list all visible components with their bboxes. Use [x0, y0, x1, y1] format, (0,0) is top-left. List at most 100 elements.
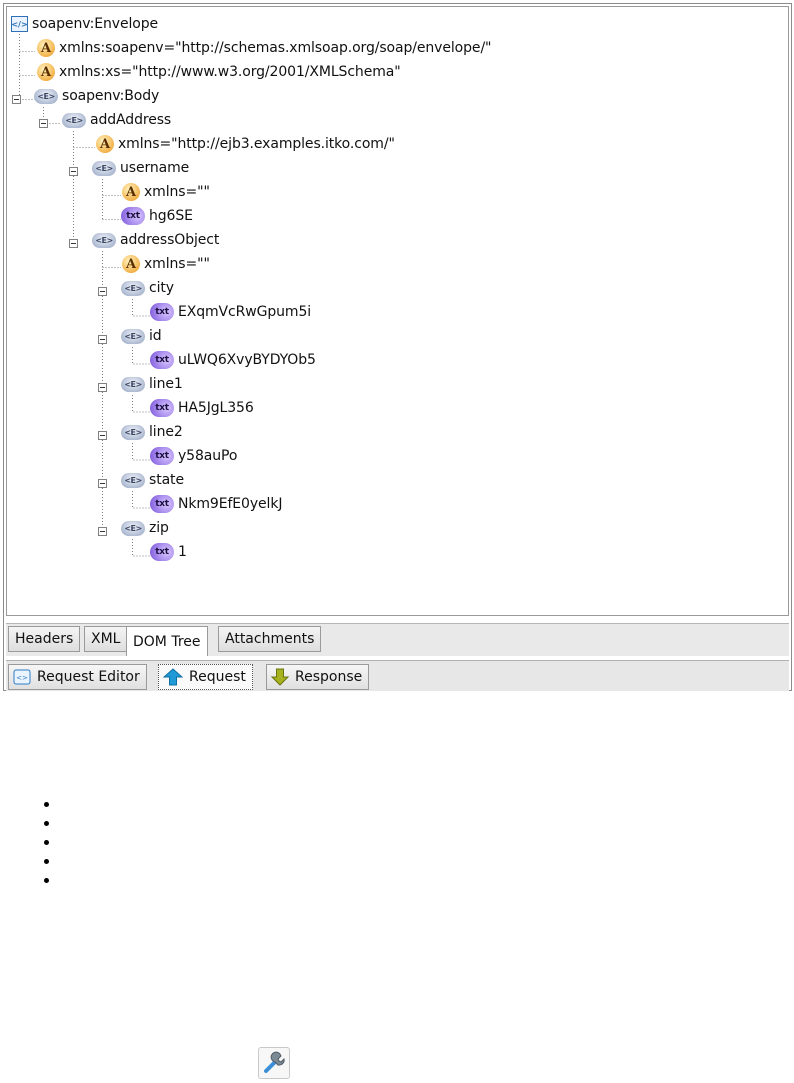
tree-node[interactable]: txt Nkm9EfE0yelkJ [150, 493, 282, 515]
tree-node[interactable]: <E> id [121, 325, 162, 347]
node-label: y58auPo [178, 448, 238, 464]
tree-node[interactable]: txt y58auPo [150, 445, 237, 467]
text-node-icon: txt [150, 495, 174, 513]
bullet-icon [44, 802, 49, 807]
bullet-icon [44, 840, 49, 845]
tab-headers[interactable]: Headers [8, 626, 81, 652]
node-label: 1 [178, 544, 187, 560]
soap-message-panel: </> soapenv:Envelope A xmlns:soapenv="ht… [3, 3, 792, 691]
attribute-icon: A [122, 183, 140, 201]
tree-node[interactable]: <E> addAddress [62, 109, 171, 131]
node-label: zip [149, 520, 169, 536]
collapse-toggle[interactable] [98, 383, 107, 392]
node-label: xmlns="" [144, 256, 210, 272]
node-label: city [149, 280, 174, 296]
tree-node[interactable]: A xmlns="" [122, 253, 210, 275]
element-icon: <E> [92, 232, 116, 248]
element-icon: <E> [121, 472, 145, 488]
node-label: soapenv:Body [62, 88, 160, 104]
collapse-toggle[interactable] [98, 335, 107, 344]
tree-node[interactable]: A xmlns="" [122, 181, 210, 203]
download-arrow-icon [271, 668, 289, 686]
text-node-icon: txt [150, 543, 174, 561]
node-label: EXqmVcRwGpum5i [178, 304, 312, 320]
text-node-icon: txt [121, 207, 145, 225]
node-label: xmlns="http://ejb3.examples.itko.com/" [118, 136, 395, 152]
element-icon: <E> [121, 328, 145, 344]
tree-node[interactable]: txt 1 [150, 541, 187, 563]
tree-node[interactable]: A xmlns:xs="http://www.w3.org/2001/XMLSc… [37, 61, 401, 83]
tree-node[interactable]: txt uLWQ6XvyBYDYOb5 [150, 349, 316, 371]
node-label: soapenv:Envelope [32, 16, 159, 32]
wrench-icon [264, 1051, 285, 1073]
tab-xml[interactable]: XML [84, 626, 128, 652]
collapse-toggle[interactable] [69, 167, 78, 176]
element-icon: <E> [121, 280, 145, 296]
node-label: xmlns:xs="http://www.w3.org/2001/XMLSche… [59, 64, 401, 80]
node-label: state [149, 472, 184, 488]
attribute-icon: A [37, 63, 55, 81]
tree-node[interactable]: <E> zip [121, 517, 169, 539]
tree-node[interactable]: txt hg6SE [121, 205, 193, 227]
node-label: username [120, 160, 190, 176]
tab-request-editor[interactable]: <> Request Editor [8, 664, 147, 690]
element-icon: <E> [121, 424, 145, 440]
bullet-list [44, 802, 49, 897]
svg-text:<>: <> [16, 674, 28, 682]
node-label: addressObject [120, 232, 220, 248]
tree-node[interactable]: A xmlns:soapenv="http://schemas.xmlsoap.… [37, 37, 492, 59]
tree-node[interactable]: <E> username [92, 157, 189, 179]
node-label: hg6SE [149, 208, 193, 224]
node-label: uLWQ6XvyBYDYOb5 [178, 352, 316, 368]
node-label: line1 [149, 376, 183, 392]
tree-node[interactable]: A xmlns="http://ejb3.examples.itko.com/" [96, 133, 395, 155]
node-label: line2 [149, 424, 183, 440]
text-node-icon: txt [150, 447, 174, 465]
tab-dom-tree[interactable]: DOM Tree [126, 626, 208, 656]
tab-label: Request [189, 669, 246, 685]
collapse-toggle[interactable] [39, 119, 48, 128]
tab-request[interactable]: Request [158, 664, 253, 690]
bullet-icon [44, 859, 49, 864]
collapse-toggle[interactable] [98, 431, 107, 440]
xml-document-icon: </> [11, 16, 28, 32]
view-tab-bar: Headers XML DOM Tree Attachments [6, 623, 789, 656]
collapse-toggle[interactable] [98, 287, 107, 296]
collapse-toggle[interactable] [98, 479, 107, 488]
attribute-icon: A [122, 255, 140, 273]
tree-node[interactable]: <E> line1 [121, 373, 183, 395]
tree-node[interactable]: txt EXqmVcRwGpum5i [150, 301, 311, 323]
tree-node[interactable]: <E> line2 [121, 421, 183, 443]
tab-attachments[interactable]: Attachments [218, 626, 322, 652]
text-node-icon: txt [150, 351, 174, 369]
collapse-toggle[interactable] [12, 95, 21, 104]
attribute-icon: A [96, 135, 114, 153]
text-node-icon: txt [150, 303, 174, 321]
dom-tree-view[interactable]: </> soapenv:Envelope A xmlns:soapenv="ht… [6, 6, 789, 616]
node-label: xmlns:soapenv="http://schemas.xmlsoap.or… [59, 40, 492, 56]
tab-label: Response [295, 669, 363, 685]
bullet-icon [44, 821, 49, 826]
element-icon: <E> [92, 160, 116, 176]
tree-node[interactable]: txt HA5JgL356 [150, 397, 254, 419]
element-icon: <E> [121, 520, 145, 536]
collapse-toggle[interactable] [98, 527, 107, 536]
wrench-button[interactable] [258, 1047, 290, 1079]
attribute-icon: A [37, 39, 55, 57]
request-editor-icon: <> [13, 669, 31, 685]
element-icon: <E> [121, 376, 145, 392]
node-label: addAddress [90, 112, 172, 128]
node-label: HA5JgL356 [178, 400, 254, 416]
collapse-toggle[interactable] [69, 239, 78, 248]
tree-node[interactable]: <E> state [121, 469, 184, 491]
tree-node[interactable]: <E> soapenv:Body [34, 85, 159, 107]
text-node-icon: txt [150, 399, 174, 417]
element-icon: <E> [34, 88, 58, 104]
bullet-icon [44, 878, 49, 883]
node-label: xmlns="" [144, 184, 210, 200]
tree-node[interactable]: <E> city [121, 277, 174, 299]
tree-node[interactable]: <E> addressObject [92, 229, 219, 251]
node-label: Nkm9EfE0yelkJ [178, 496, 283, 512]
tree-node-root[interactable]: </> soapenv:Envelope [11, 13, 158, 35]
tab-response[interactable]: Response [266, 664, 370, 690]
